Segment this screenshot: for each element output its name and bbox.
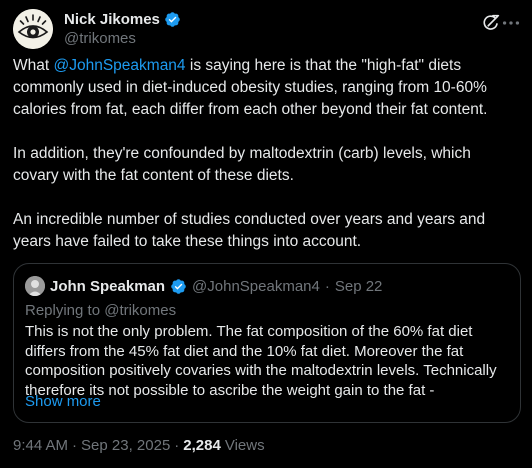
views-count: 2,284: [183, 437, 221, 454]
show-more-link[interactable]: Show more: [25, 393, 101, 410]
tweet-paragraph: What @JohnSpeakman4 is saying here is th…: [13, 55, 513, 121]
grok-icon[interactable]: [480, 12, 502, 34]
tweet-paragraph: In addition, they're confounded by malto…: [13, 145, 471, 184]
verified-badge-icon: [171, 278, 186, 294]
author-handle[interactable]: @trikomes: [64, 30, 181, 47]
mention-link[interactable]: @JohnSpeakman4: [53, 57, 185, 74]
tweet-date[interactable]: Sep 23, 2025: [81, 437, 170, 454]
views-label: Views: [224, 437, 265, 454]
person-photo-icon: [25, 276, 45, 296]
quoted-tweet-text: This is not the only problem. The fat co…: [25, 323, 497, 399]
verified-badge-icon[interactable]: [164, 11, 181, 28]
tweet-body: What @JohnSpeakman4 is saying here is th…: [13, 55, 513, 253]
tweet-header: Nick Jikomes @trikomes: [12, 6, 522, 49]
quoted-author-avatar: [25, 276, 45, 296]
quoted-author-name: John Speakman: [50, 277, 166, 295]
author-name-row: Nick Jikomes: [64, 9, 181, 29]
tweet-footer: 9:44 AM · Sep 23, 2025 · 2,284 Views: [13, 437, 265, 454]
author-name[interactable]: Nick Jikomes: [64, 11, 160, 28]
replying-to-label: Replying to @trikomes: [25, 302, 177, 319]
meta-separator: ·: [72, 437, 78, 454]
meta-separator: ·: [174, 437, 180, 454]
meta-separator: ·: [324, 277, 330, 295]
author-info: Nick Jikomes @trikomes: [64, 9, 181, 47]
quoted-author-handle: @JohnSpeakman4: [192, 277, 320, 295]
quoted-tweet[interactable]: John Speakman @JohnSpeakman4 · Sep 22 Re…: [13, 263, 521, 423]
author-avatar[interactable]: [13, 9, 53, 49]
tweet-text-segment: What: [13, 57, 54, 74]
more-options-icon[interactable]: [500, 12, 522, 34]
tweet-paragraph: An incredible number of studies conducte…: [13, 211, 486, 250]
tweet-time[interactable]: 9:44 AM: [13, 437, 68, 454]
eye-logo-icon: [13, 9, 53, 49]
quoted-tweet-header: John Speakman @JohnSpeakman4 · Sep 22: [25, 276, 382, 296]
quoted-tweet-date: Sep 22: [334, 277, 383, 295]
